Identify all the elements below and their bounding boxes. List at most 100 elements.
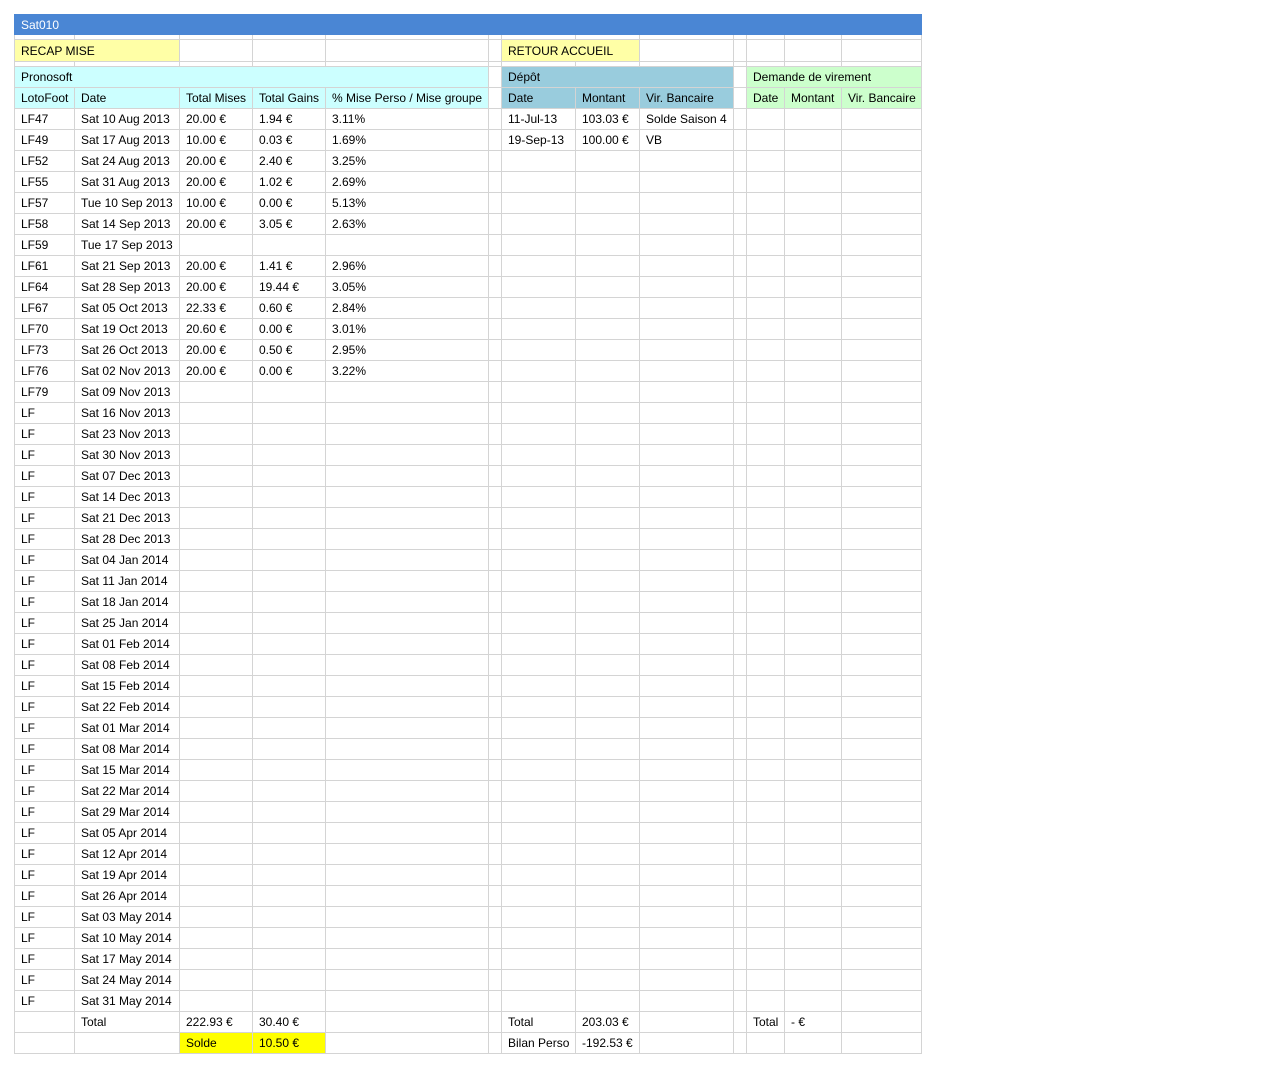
empty-cell [639, 675, 734, 697]
pronosoft-cell: LF [14, 759, 75, 781]
empty-cell [746, 1032, 785, 1054]
empty-cell [501, 549, 576, 571]
pronosoft-cell: 3.05% [325, 276, 489, 298]
empty-cell [746, 759, 785, 781]
empty-cell [488, 402, 502, 424]
pronosoft-cell [325, 444, 489, 466]
empty-cell [746, 39, 785, 62]
depot-col-header: Date [501, 87, 576, 109]
table-row: LF61 Sat 21 Sep 2013 20.00 €1.41 €2.96% [14, 255, 922, 277]
pronosoft-cell: LF [14, 969, 75, 991]
pronosoft-cell: Sat 28 Sep 2013 [74, 276, 180, 298]
table-row: LF Sat 18 Jan 2014 [14, 591, 922, 613]
empty-cell [639, 738, 734, 760]
empty-cell [733, 150, 747, 172]
empty-cell [639, 948, 734, 970]
pronosoft-cell: LF [14, 801, 75, 823]
empty-cell [501, 528, 576, 550]
pronosoft-cell [325, 486, 489, 508]
empty-cell [501, 696, 576, 718]
pronosoft-cell: LF58 [14, 213, 75, 235]
total-mises-value: 222.93 € [179, 1011, 253, 1033]
pronosoft-cell [325, 969, 489, 991]
pronosoft-cell: Sat 30 Nov 2013 [74, 444, 180, 466]
empty-cell [575, 696, 640, 718]
pronosoft-cell: 1.41 € [252, 255, 326, 277]
empty-cell [841, 171, 922, 193]
empty-cell [733, 633, 747, 655]
empty-cell [784, 927, 842, 949]
empty-cell [488, 906, 502, 928]
empty-cell [488, 444, 502, 466]
pronosoft-cell [179, 381, 253, 403]
empty-cell [325, 39, 489, 62]
empty-cell [784, 318, 842, 340]
empty-cell [784, 969, 842, 991]
empty-cell [488, 717, 502, 739]
empty-cell [501, 801, 576, 823]
empty-cell [575, 465, 640, 487]
empty-cell [841, 696, 922, 718]
pronosoft-cell: LF [14, 696, 75, 718]
empty-cell [841, 402, 922, 424]
empty-cell [639, 885, 734, 907]
pronosoft-cell: LF59 [14, 234, 75, 256]
pronosoft-cell [179, 864, 253, 886]
empty-cell [733, 507, 747, 529]
empty-cell [733, 255, 747, 277]
table-row: LF Sat 28 Dec 2013 [14, 528, 922, 550]
empty-cell [575, 990, 640, 1012]
empty-cell [784, 129, 842, 151]
empty-cell [841, 990, 922, 1012]
pronosoft-cell: Sat 22 Mar 2014 [74, 780, 180, 802]
table-row: LF76 Sat 02 Nov 2013 20.00 €0.00 €3.22% [14, 360, 922, 382]
pronosoft-cell [252, 801, 326, 823]
pronosoft-cell: 20.00 € [179, 150, 253, 172]
empty-cell [501, 213, 576, 235]
empty-cell [501, 885, 576, 907]
empty-cell [841, 759, 922, 781]
empty-cell [501, 402, 576, 424]
pronosoft-cell [252, 381, 326, 403]
pronosoft-cell [252, 633, 326, 655]
pronosoft-cell: 3.05 € [252, 213, 326, 235]
table-row: LF Sat 17 May 2014 [14, 948, 922, 970]
empty-cell [784, 171, 842, 193]
empty-cell [746, 549, 785, 571]
empty-cell [501, 465, 576, 487]
table-row: LF47 Sat 10 Aug 2013 20.00 €1.94 €3.11% 11-… [14, 108, 922, 130]
pronosoft-cell: Sat 21 Sep 2013 [74, 255, 180, 277]
retour-accueil-link[interactable]: RETOUR ACCUEIL [501, 39, 640, 62]
empty-cell [784, 612, 842, 634]
empty-cell [746, 696, 785, 718]
pronosoft-cell: Sat 31 Aug 2013 [74, 171, 180, 193]
pronosoft-cell: 10.00 € [179, 192, 253, 214]
pronosoft-cell: 2.96% [325, 255, 489, 277]
empty-cell [841, 276, 922, 298]
empty-cell [784, 780, 842, 802]
table-row: LF Sat 15 Feb 2014 [14, 675, 922, 697]
pronosoft-cell: Sat 01 Feb 2014 [74, 633, 180, 655]
pronosoft-cell [252, 570, 326, 592]
empty-cell [784, 465, 842, 487]
empty-cell [501, 381, 576, 403]
pronosoft-cell: Sat 19 Oct 2013 [74, 318, 180, 340]
table-row: LF Sat 26 Apr 2014 [14, 885, 922, 907]
empty-cell [841, 738, 922, 760]
pronosoft-cell [179, 528, 253, 550]
pronosoft-cell: 20.60 € [179, 318, 253, 340]
empty-cell [733, 213, 747, 235]
empty-cell [501, 507, 576, 529]
empty-cell [841, 822, 922, 844]
empty-cell [575, 822, 640, 844]
pronosoft-cell: 0.00 € [252, 318, 326, 340]
empty-cell [639, 360, 734, 382]
empty-cell [488, 843, 502, 865]
recap-mise-link[interactable]: RECAP MISE [14, 39, 180, 62]
empty-cell [733, 486, 747, 508]
pronosoft-cell: Sat 08 Feb 2014 [74, 654, 180, 676]
empty-cell [733, 591, 747, 613]
empty-cell [733, 339, 747, 361]
empty-cell [746, 234, 785, 256]
empty-cell [746, 612, 785, 634]
